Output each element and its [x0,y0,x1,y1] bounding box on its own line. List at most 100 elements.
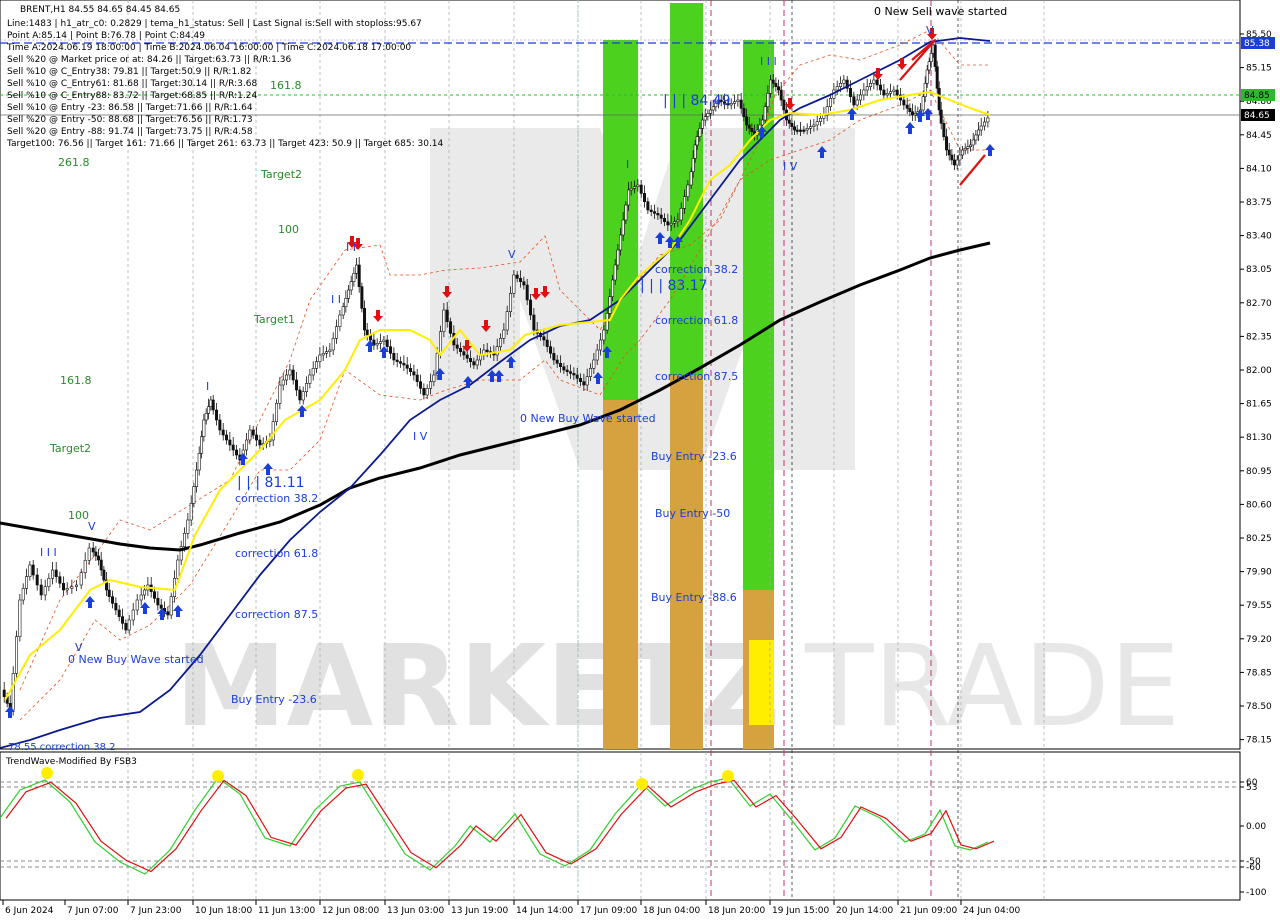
time-tick-label: 10 Jun 18:00 [195,906,252,916]
correction-875-b: correction 87.5 [655,370,738,383]
osc-tick-label: 0.00 [1246,822,1266,832]
time-axis[interactable]: 6 Jun 2024 7 Jun 07:00 7 Jun 23:00 10 Jun 1… [2,900,1020,916]
candle-body [298,389,302,401]
candle-body [950,154,954,161]
candle-body [166,611,170,616]
level-tag-green-text: 84.85 [1244,91,1270,101]
candle-body [621,219,625,236]
candle-body [693,144,697,159]
candle-body [790,123,794,127]
candle-body [969,144,973,147]
candle-body [819,118,823,122]
candle-body [691,158,695,172]
candle-body [54,569,58,577]
candle-body [131,609,135,621]
info-line: Sell %10 @ Entry -23: 86.58 || Target:71… [7,103,253,113]
candle-body [921,96,925,111]
candle-body [559,363,563,367]
candle-body [439,331,443,354]
candle-body [135,599,139,611]
candle-body [923,83,927,97]
price-tick-label: 84.45 [1246,131,1272,141]
price-tick-label: 83.40 [1246,232,1272,242]
fib-1618-a: 161.8 [270,79,302,92]
price-axis[interactable]: 85.5085.1584.8084.4584.1083.7583.4083.05… [1240,30,1272,746]
candle-body [945,136,949,151]
candle-body [200,436,204,454]
candle-body [942,123,946,137]
candle-body [608,296,612,314]
correction-618-a: correction 61.8 [235,547,318,560]
candle-body [532,314,536,331]
candle-body [449,321,453,334]
candle-body [221,429,225,436]
candle-body [611,279,615,297]
candle-body [365,329,369,336]
candle-body [624,204,628,221]
candle-body [771,79,775,84]
candle-body [328,349,332,352]
candle-body [971,139,975,146]
osc-signal-dot [352,769,364,781]
candle-body [782,99,786,111]
correction-875-a: correction 87.5 [235,608,318,621]
candle-body [459,348,463,352]
candle-body [485,349,489,352]
candle-body [937,88,941,111]
candle-body [117,609,121,617]
candle-body [974,134,978,141]
candle-body [761,119,765,126]
candle-body [58,576,62,584]
candle-body [569,371,573,374]
candle-body [766,93,770,107]
candle-body [929,53,933,62]
candle-body [939,109,943,124]
candle-body [189,503,193,521]
candle-body [285,374,289,381]
time-tick-label: 24 Jun 04:00 [963,906,1020,916]
level-8449: | | | 84.49 [663,93,731,109]
candle-body [39,584,43,596]
candle-body [18,599,22,637]
candle-body [462,351,466,356]
candle-body [62,583,66,591]
candle-body [311,368,315,376]
candle-body [552,353,556,361]
candle-body [565,369,569,372]
price-chart[interactable]: MARKETZ TRADE BRENT,H1 84.55 84.65 84.45… [0,0,1280,920]
candle-body [865,86,869,91]
candle-body [795,129,799,132]
candle-body [842,79,846,84]
candle-body [83,560,87,573]
candle-body [409,368,413,372]
candle-body [338,314,342,327]
green-zone-1 [603,40,638,400]
candle-body [102,569,106,581]
price-tick-label: 79.55 [1246,601,1272,611]
candle-body [192,486,196,504]
candle-body [882,89,886,96]
candle-body [502,329,506,339]
candle-body [589,368,593,377]
candle-body [639,184,643,194]
candle-body [445,309,449,322]
candle-body [855,99,859,106]
candle-body [679,208,683,221]
candle-body [432,374,436,382]
candle-body [706,113,710,117]
price-tick-label: 81.30 [1246,433,1272,443]
fib-1618-b: 161.8 [60,374,92,387]
level-8111: | | | 81.11 [237,475,305,491]
candle-body [429,381,433,389]
candle-body [465,354,469,359]
candle-body [779,89,783,101]
time-tick-label: 13 Jun 03:00 [387,906,444,916]
chart-window: MARKETZ TRADE BRENT,H1 84.55 84.65 84.45… [0,0,1280,920]
wave-III-left: I I I [40,546,57,559]
candle-body [605,313,609,331]
candle-body [97,555,101,561]
wave-V-1: V [88,520,96,533]
price-tick-label: 80.95 [1246,467,1272,477]
price-tick-label: 83.75 [1246,198,1272,208]
candle-body [127,619,131,631]
